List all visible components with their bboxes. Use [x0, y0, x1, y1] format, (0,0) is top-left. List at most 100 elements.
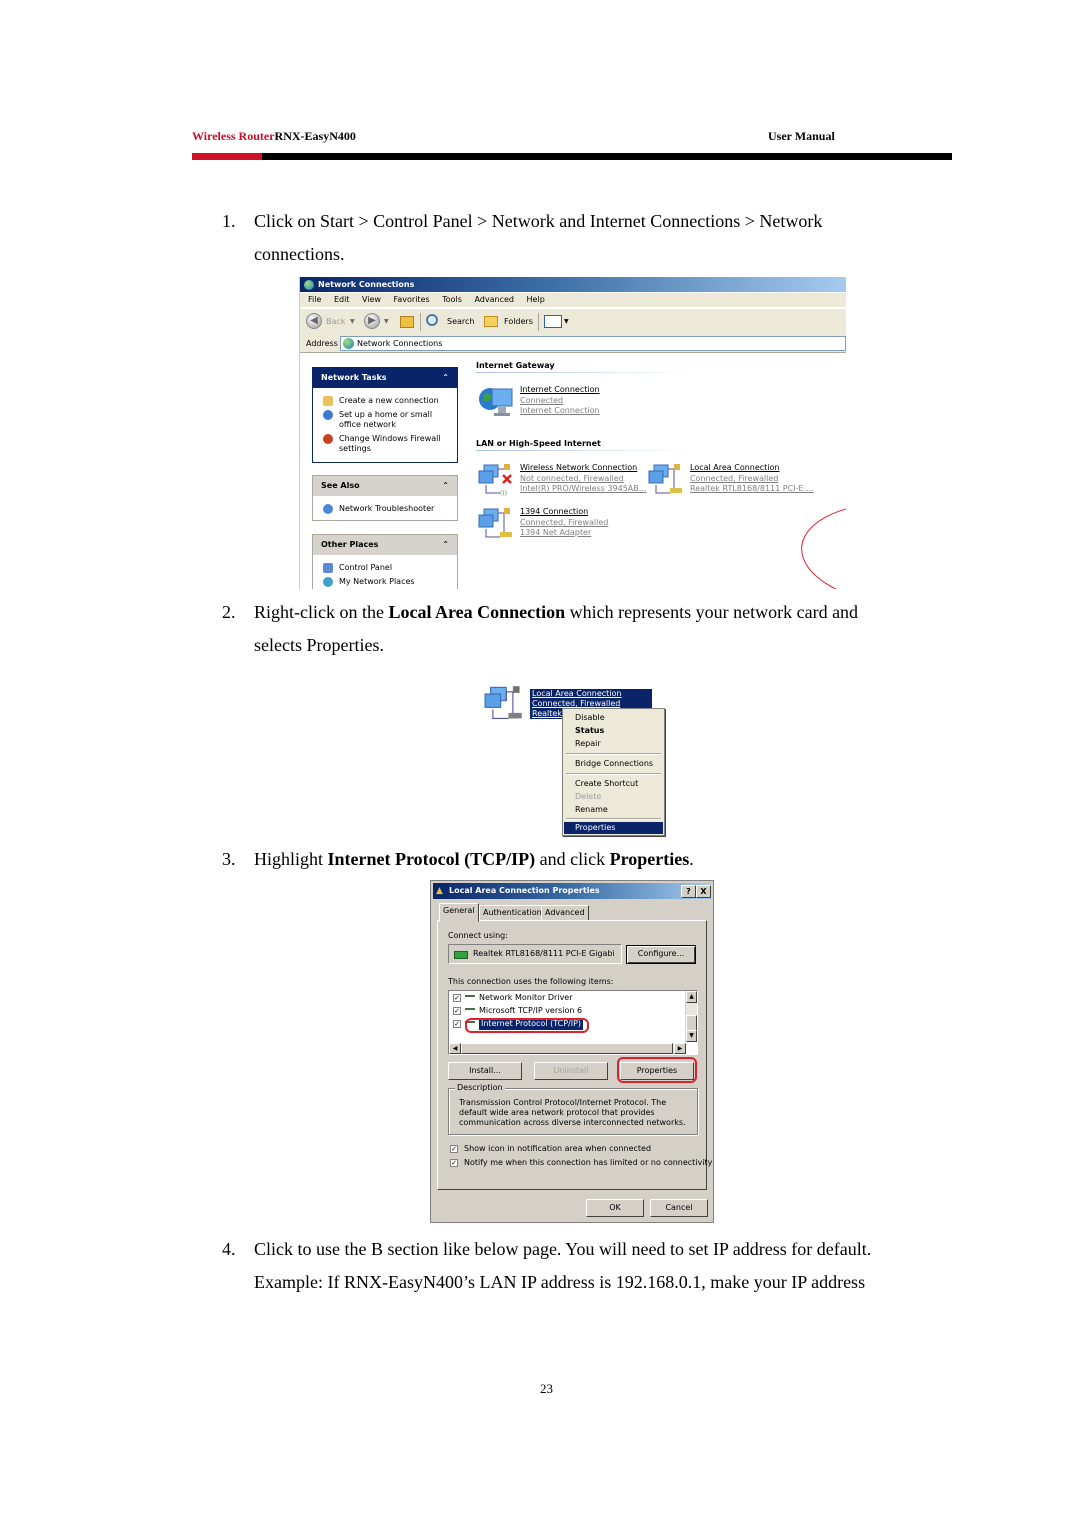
connection-internet[interactable]: Internet Connection Connected Internet C… — [478, 385, 678, 421]
menu-item-repair[interactable]: Repair — [564, 738, 663, 750]
panel-header[interactable]: See Also ⌃ — [313, 476, 457, 496]
menu-item-bridge-connections[interactable]: Bridge Connections — [564, 758, 663, 770]
header-product: Wireless RouterRNX-EasyN400 — [192, 129, 356, 144]
panel-header[interactable]: Network Tasks ⌃ — [313, 368, 457, 388]
menu-item-disable[interactable]: Disable — [564, 712, 663, 724]
panel-header[interactable]: Other Places ⌃ — [313, 535, 457, 555]
toolbar-separator — [420, 313, 421, 331]
task-create-connection[interactable]: Create a new connection — [313, 396, 457, 406]
menu-tools[interactable]: Tools — [442, 293, 462, 307]
connection-name: Internet Connection — [520, 385, 600, 394]
scroll-down-icon[interactable]: ▼ — [686, 1030, 697, 1042]
highlight-box — [465, 1018, 589, 1033]
address-input[interactable]: Network Connections — [340, 336, 846, 351]
install-button[interactable]: Install... — [448, 1062, 522, 1080]
description-text: Transmission Control Protocol/Internet P… — [459, 1098, 686, 1127]
group-internet-gateway: Internet Gateway — [476, 361, 690, 373]
menu-item-properties[interactable]: Properties — [564, 822, 663, 834]
item-checkbox[interactable]: ✓ — [453, 1020, 461, 1028]
task-home-network[interactable]: Set up a home or small office network — [313, 410, 457, 430]
back-button[interactable]: Back — [326, 314, 345, 330]
collapse-chevron-icon[interactable]: ⌃ — [442, 476, 449, 496]
connection-1394[interactable]: 1394 Connection Connected, Firewalled 13… — [478, 507, 648, 543]
task-label: Set up a home or small office network — [339, 410, 433, 429]
header-product-model: RNX-EasyN400 — [274, 129, 356, 143]
connection-local-area[interactable]: Local Area Connection Connected, Firewal… — [648, 463, 818, 499]
text-bold: Local Area Connection — [388, 602, 566, 622]
lan-connection-icon — [484, 686, 522, 719]
scroll-left-icon[interactable]: ◀ — [449, 1043, 461, 1054]
forward-arrow-icon[interactable]: ▶ — [364, 313, 380, 329]
menu-favorites[interactable]: Favorites — [394, 293, 430, 307]
collapse-chevron-icon[interactable]: ⌃ — [442, 535, 449, 555]
views-icon[interactable] — [544, 315, 562, 328]
scroll-right-icon[interactable]: ▶ — [674, 1043, 686, 1054]
protocol-icon — [465, 995, 475, 1003]
uninstall-button: Uninstall — [534, 1062, 608, 1080]
close-button[interactable]: X — [696, 885, 711, 898]
control-panel-icon — [323, 563, 333, 573]
item-checkbox[interactable]: ✓ — [453, 1007, 461, 1015]
notify-checkbox[interactable]: ✓ — [450, 1159, 458, 1167]
connection-name: Wireless Network Connection — [520, 463, 638, 472]
menu-file[interactable]: File — [308, 293, 321, 307]
panel-title: Other Places — [321, 540, 379, 549]
task-label: Create a new connection — [339, 396, 439, 405]
wireless-connection-icon: (() — [478, 464, 512, 497]
show-icon-checkbox[interactable]: ✓ — [450, 1145, 458, 1153]
menu-edit[interactable]: Edit — [334, 293, 350, 307]
folders-icon[interactable] — [484, 316, 498, 327]
item-label: Network Monitor Driver — [479, 993, 573, 1002]
description-label: Description — [455, 1083, 505, 1092]
general-panel: Connect using: Realtek RTL8168/8111 PCI-… — [437, 920, 712, 1190]
menu-item-status[interactable]: Status — [564, 725, 663, 737]
forward-dropdown-icon[interactable]: ▼ — [384, 314, 389, 330]
collapse-chevron-icon[interactable]: ⌃ — [442, 368, 449, 388]
notify-label: Notify me when this connection has limit… — [464, 1158, 713, 1167]
search-icon[interactable] — [426, 314, 438, 326]
connection-wireless[interactable]: (() Wireless Network Connection Not conn… — [478, 463, 648, 499]
menu-separator — [566, 818, 661, 820]
tab-general[interactable]: General — [439, 903, 479, 922]
menu-view[interactable]: View — [362, 293, 381, 307]
connection-status: Connected, Firewalled — [690, 473, 779, 483]
menu-item-create-shortcut[interactable]: Create Shortcut — [564, 778, 663, 790]
scroll-thumb[interactable] — [686, 1015, 697, 1031]
tab-authentication[interactable]: Authentication — [479, 905, 543, 921]
ok-button[interactable]: OK — [586, 1199, 644, 1217]
header-product-prefix: Wireless Router — [192, 129, 275, 143]
step-text: Click to use the B section like below pa… — [254, 1239, 872, 1259]
menu-advanced[interactable]: Advanced — [474, 293, 514, 307]
horizontal-scrollbar[interactable]: ◀ ▶ — [449, 1043, 686, 1054]
network-globe-icon — [343, 338, 354, 349]
up-folder-icon[interactable] — [400, 316, 414, 328]
description-group: Description Transmission Control Protoco… — [448, 1083, 698, 1135]
menu-item-rename[interactable]: Rename — [564, 804, 663, 816]
vertical-scrollbar[interactable]: ▲ ▼ — [685, 991, 697, 1042]
place-my-network[interactable]: My Network Places — [313, 577, 457, 587]
item-checkbox[interactable]: ✓ — [453, 994, 461, 1002]
configure-button[interactable]: Configure... — [626, 945, 696, 964]
scroll-thumb[interactable] — [461, 1043, 673, 1054]
selected-name[interactable]: Local Area Connection — [530, 689, 652, 699]
folders-button[interactable]: Folders — [504, 314, 533, 330]
search-button[interactable]: Search — [447, 314, 474, 330]
tab-advanced[interactable]: Advanced — [541, 905, 589, 921]
panel-title: See Also — [321, 481, 360, 490]
lan-connection-icon — [648, 464, 682, 494]
task-label: Change Windows Firewall settings — [339, 434, 441, 453]
text-bold: Internet Protocol — [327, 849, 460, 869]
back-arrow-icon[interactable]: ◀ — [306, 313, 322, 329]
scroll-up-icon[interactable]: ▲ — [686, 991, 697, 1003]
place-control-panel[interactable]: Control Panel — [313, 563, 457, 573]
highlight-box — [617, 1057, 697, 1083]
new-connection-icon — [323, 396, 333, 406]
views-dropdown-icon[interactable]: ▼ — [564, 314, 569, 330]
cancel-button[interactable]: Cancel — [650, 1199, 708, 1217]
task-firewall[interactable]: Change Windows Firewall settings — [313, 434, 457, 454]
back-dropdown-icon[interactable]: ▼ — [350, 314, 355, 330]
task-troubleshooter[interactable]: Network Troubleshooter — [313, 504, 457, 514]
menu-help[interactable]: Help — [527, 293, 545, 307]
connection-status: Connected, Firewalled — [520, 517, 609, 527]
help-button[interactable]: ? — [681, 885, 696, 898]
